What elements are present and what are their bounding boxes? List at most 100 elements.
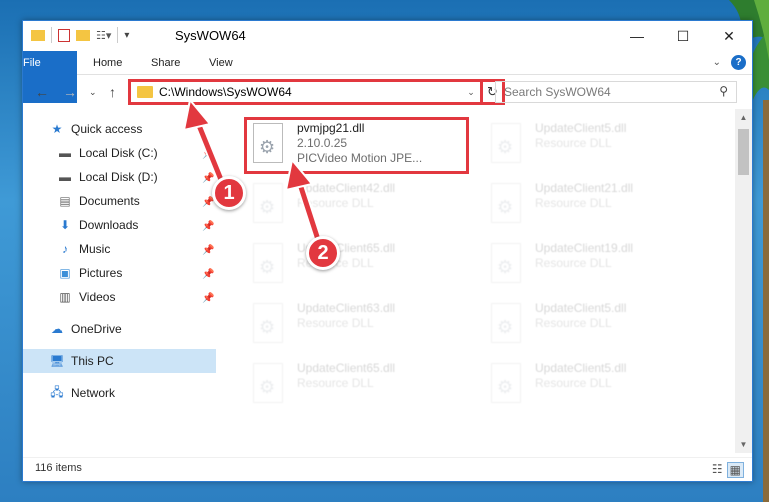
dll-file-icon: ⚙: [253, 303, 289, 347]
toolbar-divider: [51, 27, 52, 43]
file-item[interactable]: ⚙ UpdateClient5.dll Resource DLL: [485, 299, 715, 351]
nav-item-label: OneDrive: [71, 322, 122, 336]
maximize-button[interactable]: ☐: [660, 21, 706, 51]
pin-icon[interactable]: 📌: [202, 293, 214, 304]
nav-item-quick-access[interactable]: ★ Quick access: [49, 117, 143, 141]
pin-icon[interactable]: 📌: [202, 173, 214, 184]
recent-locations-icon[interactable]: ⌄: [89, 87, 97, 98]
nav-item-label: Network: [71, 386, 116, 400]
search-placeholder: Search SysWOW64: [504, 85, 611, 99]
forward-arrow-icon[interactable]: →: [63, 84, 77, 100]
file-type: Resource DLL: [535, 376, 612, 390]
item-count: 116 items: [35, 462, 82, 474]
help-icon[interactable]: ?: [731, 55, 746, 70]
file-type: Resource DLL: [535, 256, 612, 270]
dll-file-icon: ⚙: [253, 363, 289, 407]
address-bar[interactable]: C:\Windows\SysWOW64 ⌄: [128, 79, 483, 105]
nav-item-label: Music: [79, 242, 111, 256]
search-icon[interactable]: ⚲: [719, 84, 728, 98]
pin-icon[interactable]: 📌: [202, 245, 214, 256]
quick-access-toolbar: ☷▾ ▾: [31, 27, 129, 43]
nav-item-label: Downloads: [79, 218, 139, 232]
explorer-window: ☷▾ ▾ SysWOW64 — ☐ ✕ File Home Share View…: [22, 20, 753, 482]
pin-icon[interactable]: 📌: [202, 221, 214, 232]
nav-item-onedrive[interactable]: ☁ OneDrive: [49, 317, 122, 341]
file-name: UpdateClient21.dll: [535, 181, 634, 195]
scroll-up-icon[interactable]: ▲: [735, 109, 752, 126]
navigation-pane: ★ Quick access ▬ Local Disk (C:) 📌 ▬ Loc…: [23, 109, 223, 453]
vertical-scrollbar[interactable]: ▲ ▼: [735, 109, 752, 453]
folder-icon: [31, 29, 45, 41]
properties-icon[interactable]: [58, 28, 70, 42]
nav-item-pictures[interactable]: ▣ Pictures: [57, 261, 122, 285]
ribbon-right-controls: ⌄ ?: [713, 55, 746, 70]
file-item[interactable]: ⚙ UpdateClient21.dll Resource DLL: [485, 179, 715, 231]
file-type: Resource DLL: [297, 196, 374, 210]
nav-item-network[interactable]: 🖧 Network: [49, 381, 115, 405]
title-bar: ☷▾ ▾ SysWOW64 — ☐ ✕: [23, 21, 752, 51]
file-item[interactable]: ⚙ UpdateClient5.dll Resource DLL: [485, 119, 715, 171]
toolbar-divider: [117, 27, 119, 43]
details-view-icon[interactable]: ☷: [712, 462, 723, 478]
pc-icon: 🖥: [49, 354, 65, 368]
music-icon: ♪: [62, 242, 68, 256]
large-icons-view-icon[interactable]: ▦: [726, 462, 744, 478]
file-type: Resource DLL: [535, 196, 612, 210]
file-item[interactable]: ⚙ UpdateClient65.dllResource DLL: [247, 239, 477, 291]
nav-item-music[interactable]: ♪ Music: [57, 237, 110, 261]
file-item[interactable]: ⚙ UpdateClient65.dllResource DLL: [247, 359, 477, 411]
search-input[interactable]: Search SysWOW64 ⚲: [495, 81, 737, 103]
window-title: SysWOW64: [175, 28, 246, 43]
file-name: UpdateClient63.dll: [297, 301, 396, 315]
pin-icon[interactable]: 📌: [202, 149, 214, 160]
dll-file-icon: ⚙: [253, 183, 289, 227]
dll-file-icon: ⚙: [491, 183, 527, 227]
nav-item-label: Local Disk (C:): [79, 146, 158, 160]
nav-item-this-pc[interactable]: 🖥 This PC: [23, 349, 216, 373]
dll-file-icon: ⚙: [491, 243, 527, 287]
file-item[interactable]: ⚙ UpdateClient5.dll Resource DLL: [485, 359, 715, 411]
nav-item-downloads[interactable]: ⬇ Downloads: [57, 213, 138, 237]
tab-home[interactable]: Home: [93, 51, 122, 75]
nav-item-documents[interactable]: ▤ Documents: [57, 189, 139, 213]
window-controls: — ☐ ✕: [614, 21, 752, 51]
new-folder-icon[interactable]: [76, 29, 90, 41]
scroll-down-icon[interactable]: ▼: [735, 436, 752, 453]
minimize-button[interactable]: —: [614, 21, 660, 51]
downloads-icon: ⬇: [59, 218, 71, 232]
file-name: UpdateClient5.dll: [535, 361, 627, 375]
pin-icon[interactable]: 📌: [202, 269, 214, 280]
file-name: UpdateClient42.dll: [297, 181, 396, 195]
nav-item-local-disk-d[interactable]: ▬ Local Disk (D:): [57, 165, 158, 189]
folder-icon: [137, 86, 153, 98]
pin-down-icon[interactable]: ▾: [124, 30, 129, 41]
nav-item-local-disk-c[interactable]: ▬ Local Disk (C:): [57, 141, 158, 165]
scroll-thumb[interactable]: [738, 129, 749, 175]
back-arrow-icon[interactable]: ←: [35, 84, 49, 100]
videos-icon: ▥: [59, 290, 71, 304]
close-button[interactable]: ✕: [706, 21, 752, 51]
nav-item-label: Quick access: [71, 122, 143, 136]
status-bar: 116 items ☷ ▦: [23, 457, 752, 481]
file-item[interactable]: ⚙ UpdateClient19.dll Resource DLL: [485, 239, 715, 291]
file-name: UpdateClient5.dll: [535, 301, 627, 315]
file-name: UpdateClient5.dll: [535, 121, 627, 135]
file-item[interactable]: ⚙ UpdateClient42.dll Resource DLL: [247, 179, 477, 231]
drive-icon: ▬: [59, 170, 71, 184]
file-type: Resource DLL: [535, 316, 612, 330]
expand-ribbon-icon[interactable]: ⌄: [713, 57, 721, 68]
up-arrow-icon[interactable]: ↑: [109, 84, 116, 100]
tab-view[interactable]: View: [209, 51, 233, 75]
star-icon: ★: [51, 122, 63, 136]
nav-item-label: Local Disk (D:): [79, 170, 158, 184]
nav-item-videos[interactable]: ▥ Videos: [57, 285, 115, 309]
callout-step-1: 1: [212, 176, 246, 210]
file-item[interactable]: ⚙ UpdateClient63.dll Resource DLL: [247, 299, 477, 351]
navigation-bar: ← → ⌄ ↑ C:\Windows\SysWOW64 ⌄ ↻ Search S…: [23, 76, 752, 108]
chevron-down-icon[interactable]: ⌄: [462, 87, 480, 98]
view-toggles: ☷ ▦: [712, 462, 744, 478]
tab-share[interactable]: Share: [151, 51, 180, 75]
address-path[interactable]: C:\Windows\SysWOW64: [159, 85, 462, 99]
customize-toolbar-icon[interactable]: ☷▾: [96, 29, 111, 42]
file-name: UpdateClient65.dll: [297, 361, 396, 375]
